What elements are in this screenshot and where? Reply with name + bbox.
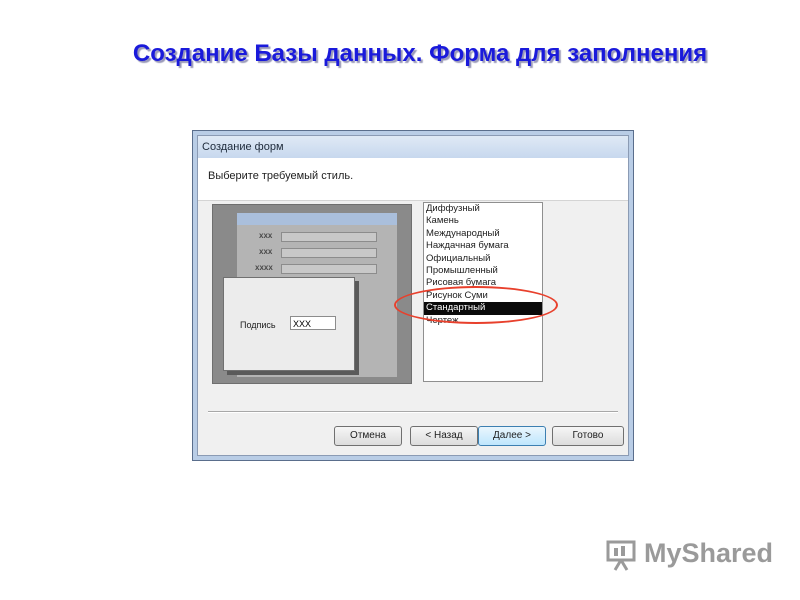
dialog-header: Выберите требуемый стиль.: [198, 158, 628, 201]
slide-title: Создание Базы данных. Форма для заполнен…: [132, 40, 708, 67]
preview-row-label: xxx: [259, 247, 273, 256]
dialog-title: Создание форм: [198, 136, 628, 158]
style-list-item[interactable]: Камень: [424, 215, 542, 227]
watermark-logo: MyShared: [604, 536, 774, 572]
cancel-button[interactable]: Отмена: [334, 426, 402, 446]
style-prompt: Выберите требуемый стиль.: [208, 170, 354, 182]
next-button[interactable]: Далее >: [478, 426, 546, 446]
finish-button[interactable]: Готово: [552, 426, 624, 446]
dialog-separator: [208, 411, 618, 413]
style-list-item[interactable]: Официальный: [424, 253, 542, 265]
style-list-item[interactable]: Наждачная бумага: [424, 240, 542, 252]
preview-row-field: [281, 232, 377, 242]
watermark-text: MyShared: [644, 538, 774, 568]
preview-caption-label: Подпись: [240, 320, 276, 330]
preview-row-label: xxxx: [255, 263, 273, 272]
preview-row-field: [281, 248, 377, 258]
style-preview: xxx xxx xxxx Подпись XXX: [212, 204, 412, 384]
preview-caption-input: XXX: [290, 316, 336, 330]
preview-form-header: [237, 213, 397, 225]
preview-row-field: [281, 264, 377, 274]
style-list-item[interactable]: Промышленный: [424, 265, 542, 277]
preview-front-form: Подпись XXX: [223, 277, 355, 371]
back-button[interactable]: < Назад: [410, 426, 478, 446]
highlight-ellipse: [394, 286, 558, 324]
preview-row-label: xxx: [259, 231, 273, 240]
style-list-item[interactable]: Международный: [424, 228, 542, 240]
style-list-item[interactable]: Диффузный: [424, 203, 542, 215]
presentation-icon: [606, 540, 636, 571]
